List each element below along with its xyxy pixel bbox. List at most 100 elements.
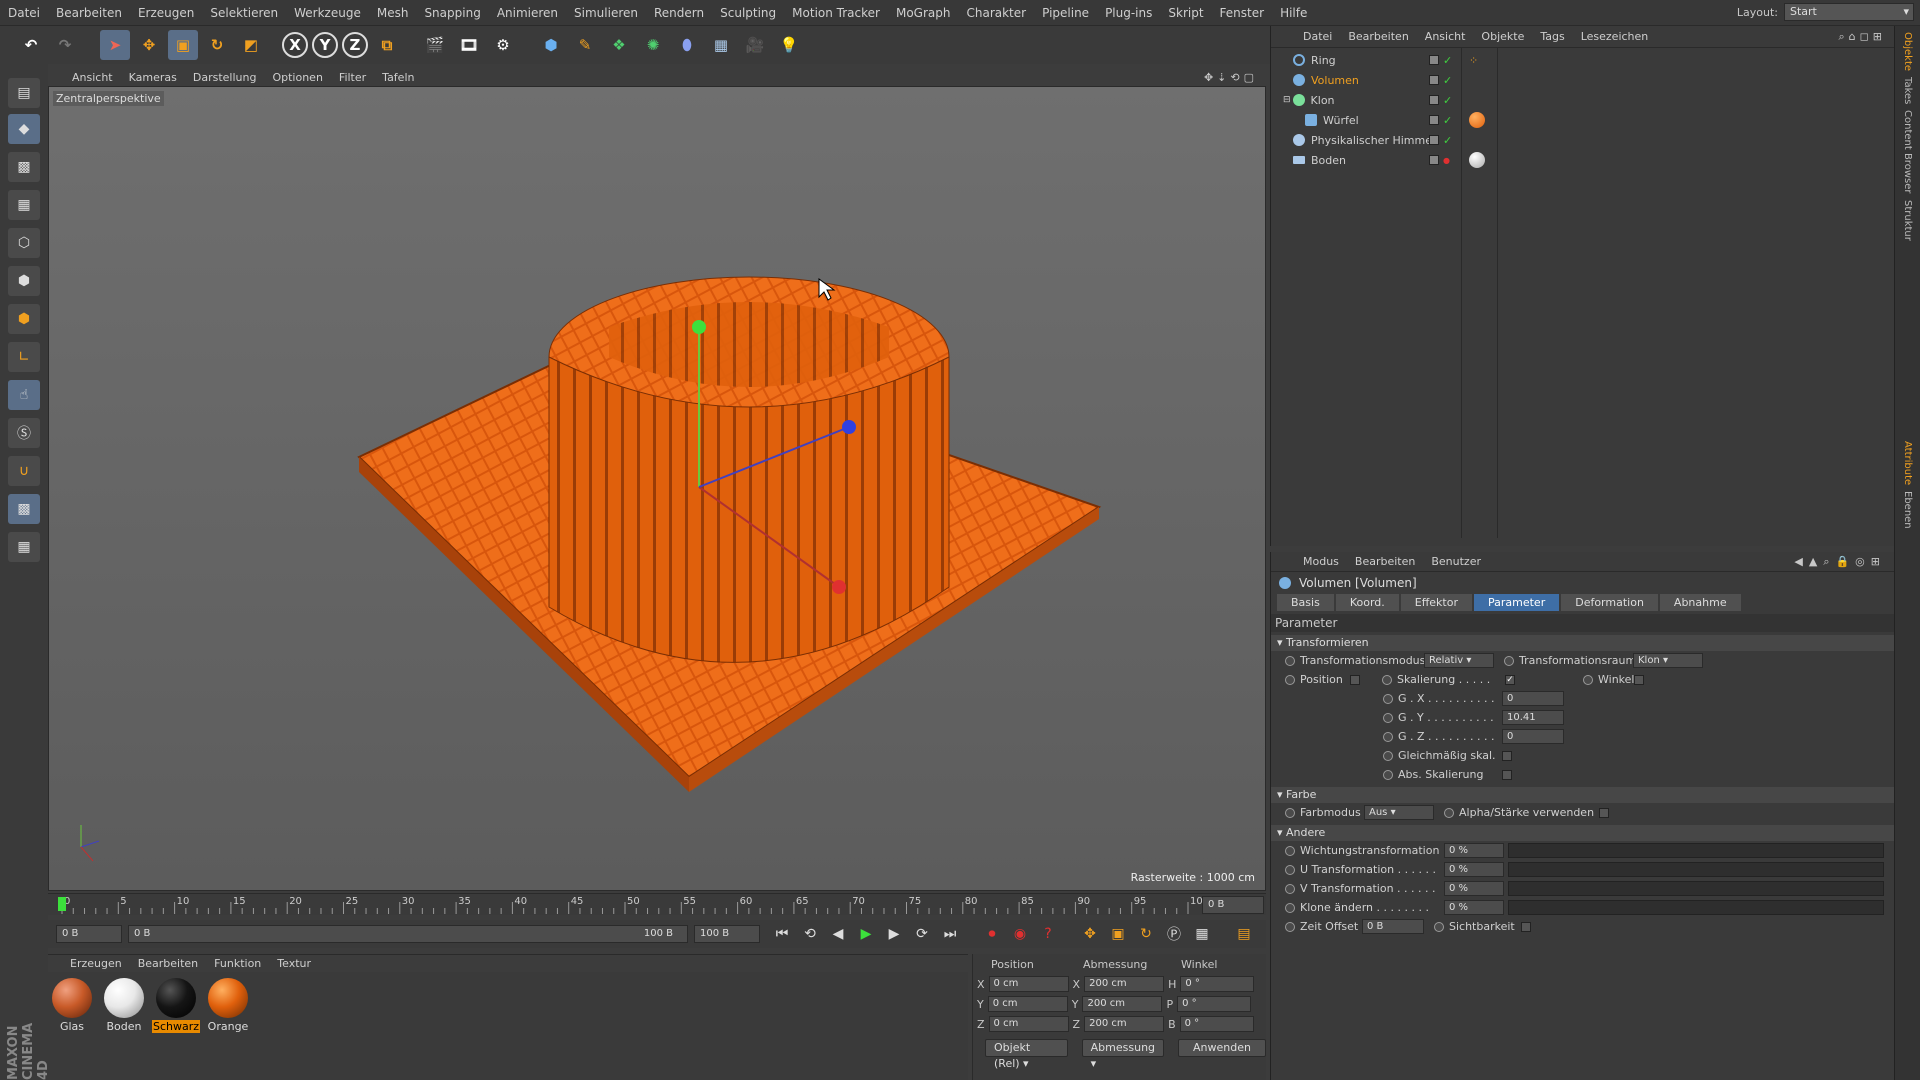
autokey-icon[interactable]: ◉ bbox=[1008, 922, 1032, 946]
position-x-field[interactable]: 0 cm bbox=[988, 976, 1069, 992]
object-flags[interactable]: ✓ bbox=[1429, 134, 1452, 147]
previous-frame-icon[interactable]: ◀ bbox=[826, 922, 850, 946]
menu-werkzeuge[interactable]: Werkzeuge bbox=[286, 6, 369, 20]
coordinate-system-icon[interactable]: ⧉ bbox=[372, 30, 402, 60]
make-editable-icon[interactable]: ▤ bbox=[8, 78, 40, 108]
animate-toggle[interactable] bbox=[1285, 845, 1295, 856]
animate-toggle[interactable] bbox=[1285, 921, 1295, 932]
tab-takes[interactable]: Takes bbox=[1902, 77, 1913, 104]
playhead[interactable] bbox=[58, 897, 66, 911]
tab-attribute[interactable]: Attribute bbox=[1902, 441, 1913, 485]
timeline-end-field[interactable]: 0 B bbox=[1202, 896, 1264, 914]
object-row-volumen[interactable]: Volumen ✓ bbox=[1271, 70, 1894, 90]
mograph-cloner-icon[interactable]: ✺ bbox=[638, 30, 668, 60]
scene-render[interactable] bbox=[49, 87, 1265, 890]
menu-sculpting[interactable]: Sculpting bbox=[712, 6, 784, 20]
viewport-menu-optionen[interactable]: Optionen bbox=[264, 71, 330, 84]
camera-icon[interactable]: 🎥 bbox=[740, 30, 770, 60]
render-picture-viewer-icon[interactable]: 🎞 bbox=[454, 30, 484, 60]
key-position-icon[interactable]: ✥ bbox=[1078, 922, 1102, 946]
menu-datei[interactable]: Datei bbox=[0, 6, 48, 20]
cube-primitive-icon[interactable]: ⬢ bbox=[536, 30, 566, 60]
tab-ebenen[interactable]: Ebenen bbox=[1902, 491, 1913, 529]
record-keys-icon[interactable]: ⏺ bbox=[980, 922, 1004, 946]
object-flags[interactable]: ✓ ⁘ bbox=[1429, 54, 1478, 67]
animate-toggle[interactable] bbox=[1382, 674, 1392, 685]
tag-icon[interactable]: ⁘ bbox=[1469, 54, 1478, 67]
object-menu-ansicht[interactable]: Ansicht bbox=[1417, 30, 1474, 43]
rotation-h-field[interactable]: 0 ° bbox=[1180, 976, 1255, 992]
menu-mesh[interactable]: Mesh bbox=[369, 6, 417, 20]
menu-animieren[interactable]: Animieren bbox=[489, 6, 566, 20]
snapping-icon[interactable]: Ⓢ bbox=[8, 418, 40, 448]
workplane-lock-icon[interactable]: ▩ bbox=[8, 494, 40, 524]
preview-range-slider[interactable]: 0 B 100 B bbox=[128, 925, 688, 943]
object-menu-datei[interactable]: Datei bbox=[1295, 30, 1340, 43]
abs-scale-checkbox[interactable] bbox=[1502, 769, 1512, 780]
subdivision-icon[interactable]: ❖ bbox=[604, 30, 634, 60]
key-pla-icon[interactable]: ▦ bbox=[1190, 922, 1214, 946]
size-y-field[interactable]: 200 cm bbox=[1082, 996, 1163, 1012]
angle-checkbox[interactable] bbox=[1634, 674, 1644, 685]
menu-selektieren[interactable]: Selektieren bbox=[202, 6, 286, 20]
uniform-scale-checkbox[interactable] bbox=[1502, 750, 1512, 761]
tab-basis[interactable]: Basis bbox=[1277, 594, 1334, 611]
previous-key-icon[interactable]: ⟲ bbox=[798, 922, 822, 946]
attr-menu-modus[interactable]: Modus bbox=[1295, 555, 1347, 568]
menu-pipeline[interactable]: Pipeline bbox=[1034, 6, 1097, 20]
keyframe-selection-icon[interactable]: ? bbox=[1036, 922, 1060, 946]
object-flags[interactable]: ✓ bbox=[1429, 112, 1485, 128]
object-flags[interactable]: ● bbox=[1429, 152, 1485, 168]
menu-fenster[interactable]: Fenster bbox=[1212, 6, 1273, 20]
transform-section-header[interactable]: ▾ Transformieren bbox=[1271, 635, 1894, 651]
weight-slider[interactable] bbox=[1508, 843, 1884, 858]
material-menu-bearbeiten[interactable]: Bearbeiten bbox=[130, 957, 206, 970]
attr-menu-bearbeiten[interactable]: Bearbeiten bbox=[1347, 555, 1423, 568]
v-transform-field[interactable]: 0 % bbox=[1444, 881, 1504, 896]
object-row-physikalischer-himmel[interactable]: Physikalischer Himmel ✓ bbox=[1271, 130, 1894, 150]
other-section-header[interactable]: ▾ Andere bbox=[1271, 825, 1894, 841]
axis-mode-icon[interactable]: ∟ bbox=[8, 342, 40, 372]
animate-toggle[interactable] bbox=[1383, 712, 1393, 723]
next-key-icon[interactable]: ⟳ bbox=[910, 922, 934, 946]
gy-field[interactable]: 10.41 bbox=[1502, 710, 1564, 725]
menu-hilfe[interactable]: Hilfe bbox=[1272, 6, 1315, 20]
alpha-checkbox[interactable] bbox=[1599, 807, 1609, 818]
clone-change-slider[interactable] bbox=[1508, 900, 1884, 915]
go-to-start-icon[interactable]: ⏮ bbox=[770, 922, 794, 946]
size-x-field[interactable]: 200 cm bbox=[1084, 976, 1165, 992]
material-boden[interactable]: Boden bbox=[102, 978, 146, 1074]
tab-objekte[interactable]: Objekte bbox=[1902, 32, 1913, 71]
material-menu-funktion[interactable]: Funktion bbox=[206, 957, 269, 970]
rotation-p-field[interactable]: 0 ° bbox=[1177, 996, 1252, 1012]
object-menu-objekte[interactable]: Objekte bbox=[1473, 30, 1532, 43]
texture-mode-icon[interactable]: ▩ bbox=[8, 152, 40, 182]
magnet-icon[interactable]: ∪ bbox=[8, 456, 40, 486]
deformer-icon[interactable]: ⬮ bbox=[672, 30, 702, 60]
go-to-end-icon[interactable]: ⏭ bbox=[938, 922, 962, 946]
position-checkbox[interactable] bbox=[1350, 674, 1360, 685]
scale-checkbox[interactable]: ✓ bbox=[1505, 674, 1515, 685]
animate-toggle[interactable] bbox=[1285, 807, 1295, 818]
position-y-field[interactable]: 0 cm bbox=[987, 996, 1068, 1012]
material-orange[interactable]: Orange bbox=[206, 978, 250, 1074]
current-frame-field[interactable]: 0 B bbox=[56, 925, 122, 943]
model-mode-icon[interactable]: ◆ bbox=[8, 114, 40, 144]
grid-icon[interactable]: ▦ bbox=[8, 532, 40, 562]
animate-toggle[interactable] bbox=[1383, 731, 1393, 742]
next-frame-icon[interactable]: ▶ bbox=[882, 922, 906, 946]
menu-motion-tracker[interactable]: Motion Tracker bbox=[784, 6, 888, 20]
viewport-menu-kameras[interactable]: Kameras bbox=[121, 71, 185, 84]
viewport-menu-tafeln[interactable]: Tafeln bbox=[374, 71, 422, 84]
3d-viewport[interactable]: Zentralperspektive Rasterweite: 1000 cm bbox=[48, 86, 1266, 891]
menu-charakter[interactable]: Charakter bbox=[958, 6, 1034, 20]
object-flags[interactable]: ✓ bbox=[1429, 74, 1452, 87]
enabled-check-icon[interactable]: ✓ bbox=[1443, 54, 1452, 67]
select-tool-icon[interactable]: ➤ bbox=[100, 30, 130, 60]
tweak-mode-icon[interactable]: ☝ bbox=[8, 380, 40, 410]
menu-rendern[interactable]: Rendern bbox=[646, 6, 712, 20]
enabled-check-icon[interactable]: ✓ bbox=[1443, 134, 1452, 147]
coord-mode-select[interactable]: Objekt (Rel) ▾ bbox=[985, 1039, 1068, 1070]
play-icon[interactable]: ▶ bbox=[854, 922, 878, 946]
y-axis-lock-button[interactable]: Y bbox=[312, 32, 338, 58]
